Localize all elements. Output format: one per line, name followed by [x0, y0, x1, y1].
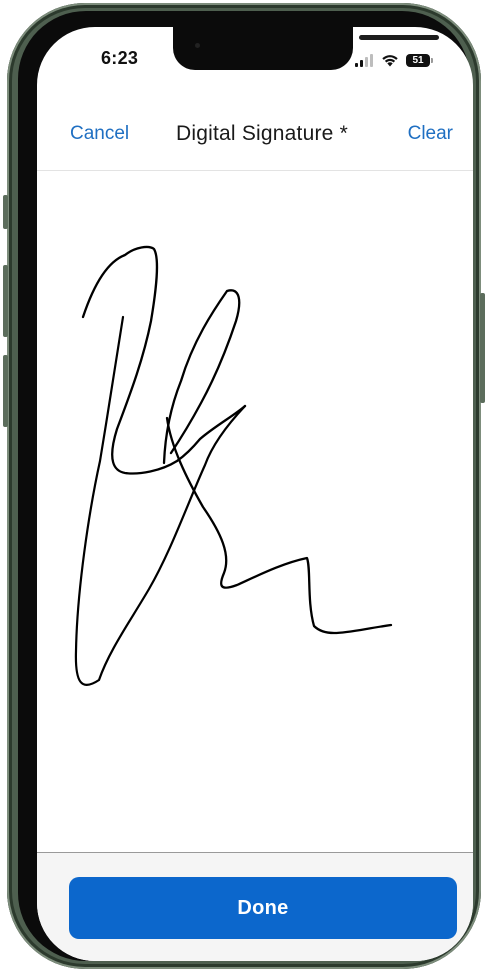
bezel: 6:23 51 Cancel Digital Signature * Clear… [18, 11, 473, 961]
power-button [480, 293, 485, 403]
status-icons: 51 [355, 51, 433, 69]
status-time: 6:23 [101, 48, 139, 68]
volume-down-button [3, 355, 8, 427]
cellular-signal-icon [355, 53, 373, 67]
footer-bar: Done [37, 853, 473, 961]
front-camera-icon [195, 43, 200, 48]
action-button [3, 195, 8, 229]
navigation-bar: Cancel Digital Signature * Clear [37, 115, 473, 155]
battery-icon: 51 [406, 53, 433, 67]
clear-button[interactable]: Clear [408, 123, 453, 145]
screen: 6:23 51 Cancel Digital Signature * Clear… [37, 27, 473, 961]
signature-canvas[interactable] [37, 171, 473, 853]
done-button[interactable]: Done [69, 877, 457, 939]
wifi-icon [382, 54, 398, 66]
volume-up-button [3, 265, 8, 337]
camera-notch [173, 27, 439, 70]
earpiece-speaker [359, 35, 439, 40]
phone-frame: 6:23 51 Cancel Digital Signature * Clear… [3, 3, 485, 969]
signature-stroke [74, 245, 393, 686]
